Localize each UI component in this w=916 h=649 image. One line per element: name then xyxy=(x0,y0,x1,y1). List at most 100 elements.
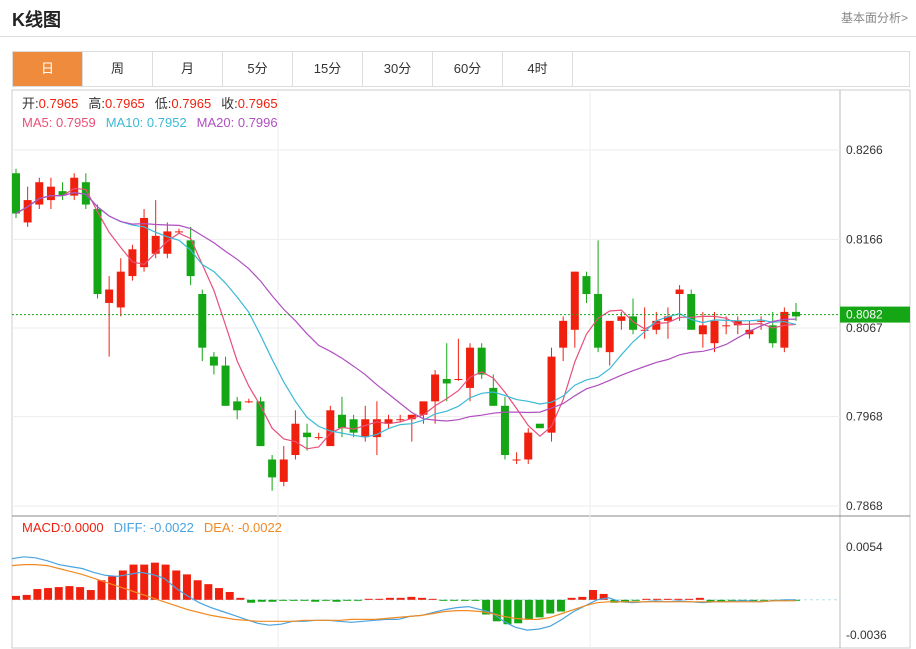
candle-body xyxy=(524,432,533,460)
candle-body xyxy=(582,276,591,295)
chart-grid xyxy=(12,90,840,648)
ma20-label: MA20: xyxy=(197,115,235,130)
candle-body xyxy=(221,365,230,406)
macd-bar xyxy=(385,597,394,600)
candle-body xyxy=(198,294,207,348)
candle-body xyxy=(780,311,789,348)
candle-body xyxy=(454,378,463,380)
macd-bar xyxy=(343,599,352,601)
macd-bar xyxy=(108,576,117,600)
candle-body xyxy=(209,356,218,366)
candle-body xyxy=(151,235,160,254)
candle-body xyxy=(279,459,288,482)
candle-body xyxy=(442,378,451,384)
candle-body xyxy=(326,410,335,447)
macd-bar xyxy=(695,597,704,600)
macd-bar xyxy=(65,586,74,600)
open-label: 开: xyxy=(22,96,39,111)
candle-body xyxy=(23,200,32,223)
macd-bar xyxy=(76,587,85,600)
macd-bar xyxy=(407,596,416,600)
chart-border xyxy=(11,89,911,649)
macd-bar xyxy=(396,597,405,600)
macd-tick-label: -0.0036 xyxy=(846,628,887,642)
diff-label: DIFF: xyxy=(114,520,147,535)
candle-body xyxy=(535,423,544,429)
macd-bar xyxy=(193,580,202,600)
candle-body xyxy=(337,414,346,429)
macd-bar xyxy=(172,570,181,600)
candle-body xyxy=(314,437,323,439)
macd-bar xyxy=(97,580,106,600)
candle-body xyxy=(500,405,509,456)
candle-body xyxy=(396,419,405,421)
macd-bar xyxy=(311,599,320,602)
candle-body xyxy=(140,217,149,268)
macd-bar xyxy=(567,597,576,600)
candle-body xyxy=(349,419,358,433)
info-legend: 开:0.7965 高:0.7965 低:0.7965 收:0.7965 MA5: 0.7… xyxy=(22,96,282,535)
info-row: MACD:0.0000 DIFF: -0.0022 DEA: -0.0022 xyxy=(22,520,282,535)
macd-bar xyxy=(353,599,362,601)
dea-label: DEA: xyxy=(204,520,234,535)
ma5-label: MA5: xyxy=(22,115,52,130)
macd-bar xyxy=(364,598,373,600)
candle-body xyxy=(116,271,125,308)
price-tick-label: 0.8166 xyxy=(846,232,883,246)
macd-bar xyxy=(257,599,266,602)
candle-body xyxy=(477,347,486,375)
chart-frame xyxy=(11,89,911,649)
macd-bar xyxy=(332,599,341,602)
macd-bar xyxy=(653,598,662,600)
macd-bar xyxy=(33,589,42,600)
macd-bar xyxy=(556,599,565,612)
info-row: 开:0.7965 高:0.7965 低:0.7965 收:0.7965 xyxy=(22,96,278,111)
candle-body xyxy=(640,329,649,331)
candle-body xyxy=(675,289,684,295)
macd-bar xyxy=(460,599,469,601)
macd-bar xyxy=(685,598,694,600)
macd-bar xyxy=(225,591,234,600)
macd-bar xyxy=(129,564,138,600)
candle-body xyxy=(105,289,114,303)
ma10-label: MA10: xyxy=(106,115,144,130)
candle-body xyxy=(12,173,20,214)
macd-bar xyxy=(289,599,298,601)
macd-bar xyxy=(150,562,159,600)
macd-bar xyxy=(268,599,277,602)
macd-bar xyxy=(439,599,448,601)
macd-bar xyxy=(300,599,309,601)
candle-body xyxy=(256,401,265,447)
current-price-label: 0.8082 xyxy=(846,308,883,322)
candle-body xyxy=(291,423,300,456)
macd-bar xyxy=(503,599,512,625)
candle-body xyxy=(361,419,370,438)
candle-body xyxy=(698,325,707,335)
diff-value: -0.0022 xyxy=(146,520,194,535)
candle-body xyxy=(268,459,277,478)
candle-body xyxy=(233,401,242,411)
price-tick-label: 0.7868 xyxy=(846,499,883,513)
candle-body xyxy=(93,209,102,295)
open-value: 0.7965 xyxy=(39,96,79,111)
candle-body xyxy=(722,325,731,327)
candle-body xyxy=(512,459,521,461)
macd-bar xyxy=(471,599,480,601)
macd-bar xyxy=(674,598,683,600)
price-tick-label: 0.8067 xyxy=(846,321,883,335)
macd-bar xyxy=(631,599,640,601)
macd-bar xyxy=(86,590,95,600)
macd-bar xyxy=(578,596,587,600)
candle-body xyxy=(303,432,312,438)
candle-body xyxy=(466,347,475,388)
macd-label: MACD: xyxy=(22,520,64,535)
ma10-value: 0.7952 xyxy=(143,115,186,130)
candle-body xyxy=(559,320,568,348)
ma5-line xyxy=(15,187,797,450)
macd-bar xyxy=(54,587,63,600)
candle-body xyxy=(617,316,626,321)
candle-body xyxy=(605,320,614,353)
candle-body xyxy=(174,231,183,233)
macd-bar xyxy=(663,598,672,600)
macd-bar xyxy=(247,599,256,603)
